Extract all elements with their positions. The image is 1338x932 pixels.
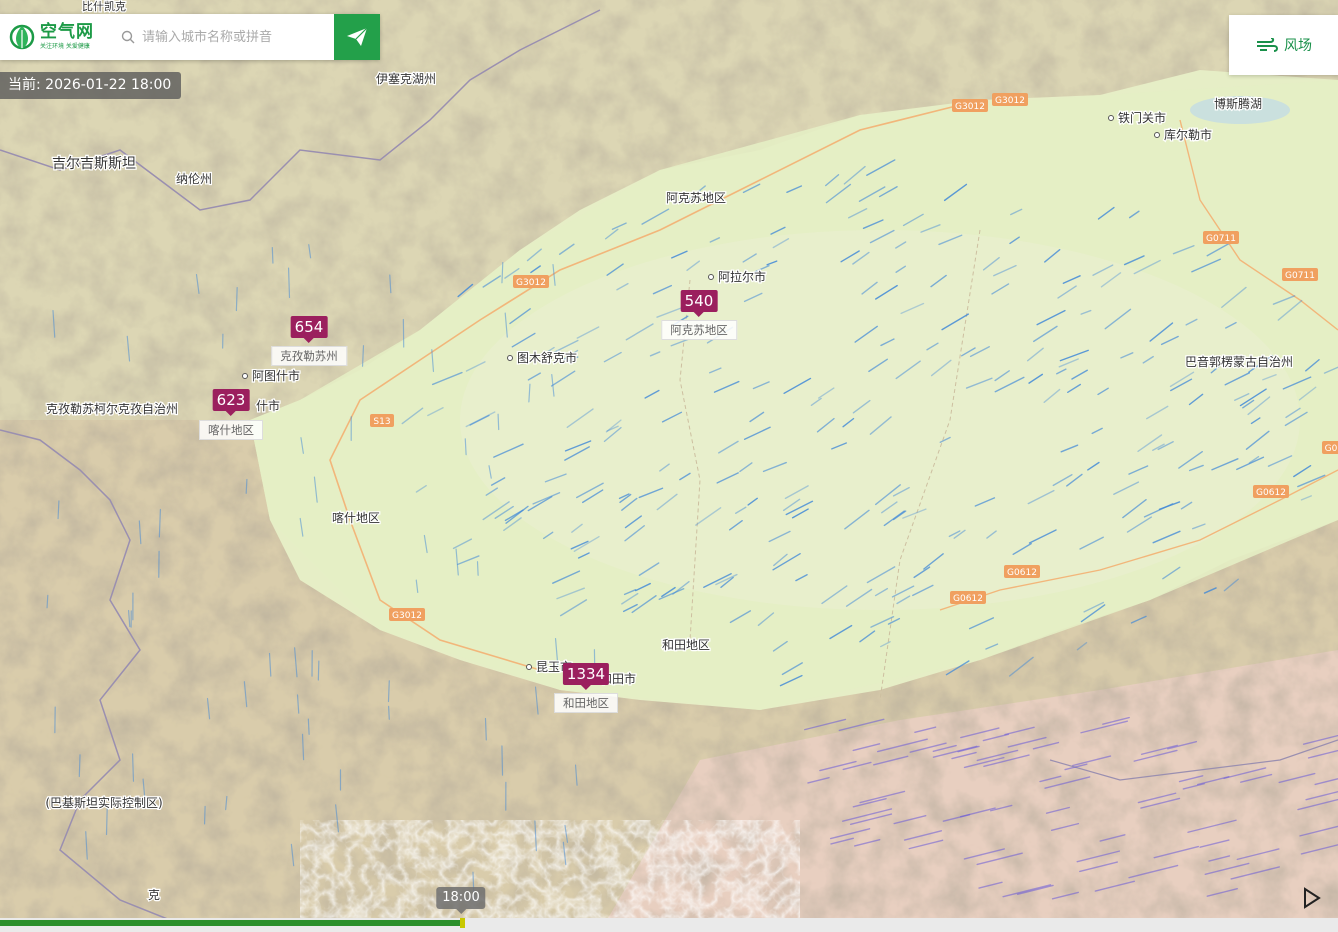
timeline-handle[interactable] — [460, 918, 465, 928]
wind-particle — [271, 246, 274, 264]
city-search-input[interactable] — [138, 17, 326, 57]
place-dot — [242, 373, 248, 379]
place-label: 阿克苏地区 — [666, 191, 726, 205]
timeline-bar[interactable] — [0, 918, 1338, 932]
road-shield-label: G0711 — [1285, 271, 1315, 281]
wind-particle — [501, 745, 504, 776]
search-icon — [118, 30, 138, 44]
road-shield-label: G3012 — [995, 96, 1025, 106]
place-label: 阿拉尔市 — [718, 269, 766, 284]
wind-particle — [245, 478, 248, 494]
place-label: 库尔勒市 — [1164, 127, 1212, 142]
aqi-marker-aksu[interactable]: 540 — [680, 290, 718, 317]
place-label: 喀什地区 — [332, 511, 380, 525]
aqi-marker-kashgar[interactable]: 623 — [212, 389, 250, 416]
place-label: 和田地区 — [662, 638, 710, 652]
place-label: 图木舒克市 — [517, 350, 577, 365]
road-shield-label: G0612 — [953, 594, 983, 604]
place-label: (巴基斯坦实际控制区) — [45, 795, 162, 810]
place-dot — [708, 274, 714, 280]
aqi-marker-kizilsu[interactable]: 654 — [290, 316, 328, 343]
place-label: 比什凯克 — [82, 0, 126, 13]
road-shield-label: S13 — [373, 417, 390, 427]
place-label: 什市 — [256, 398, 280, 413]
wind-icon — [1257, 38, 1278, 52]
wind-particle — [46, 594, 49, 609]
wind-particle — [57, 500, 60, 520]
search-submit-button[interactable] — [334, 14, 380, 60]
wind-particle — [484, 717, 487, 741]
wind-layer-toggle[interactable]: 风场 — [1229, 15, 1338, 75]
aqi-region-label-aksu: 阿克苏地区 — [661, 320, 737, 340]
wind-particle — [78, 754, 81, 778]
play-button[interactable] — [1300, 886, 1324, 910]
aqi-marker-hotan[interactable]: 1334 — [562, 663, 610, 690]
road-shield-label: G3012 — [955, 102, 985, 112]
place-dot — [1108, 115, 1114, 121]
timeline-tooltip: 18:00 — [436, 887, 486, 914]
wind-particle — [307, 718, 310, 735]
place-label: 纳伦州 — [176, 171, 212, 186]
wind-layer-label: 风场 — [1284, 38, 1312, 54]
logo-title: 空气网 — [40, 21, 94, 42]
search-bar: 空气网 关注环境 关爱健康 — [0, 14, 380, 60]
place-label: 伊塞克湖州 — [376, 71, 436, 86]
terrain-map[interactable]: G3012 G3012 G3012 G3012 S13 G0711 G0711 G0612 G0… — [0, 0, 1338, 932]
wind-particle — [105, 806, 108, 836]
road-shield-label: G3012 — [392, 611, 422, 621]
place-dot — [1154, 132, 1160, 138]
place-label: 博斯腾湖 — [1214, 96, 1262, 111]
aqi-region-label-kizilsu: 克孜勒苏州 — [271, 346, 347, 366]
play-icon — [1304, 887, 1321, 909]
place-label: 阿图什市 — [252, 368, 300, 383]
road-shield-label: G0 — [1325, 444, 1338, 454]
leaf-logo-icon — [9, 24, 35, 50]
wind-particle — [464, 438, 467, 456]
site-logo[interactable]: 空气网 关注环境 关爱健康 — [0, 14, 118, 60]
wind-particle — [388, 705, 390, 720]
wind-particle — [203, 805, 206, 825]
place-label: 吉尔吉斯斯坦 — [52, 156, 136, 172]
road-shield-label: G3012 — [516, 278, 546, 288]
place-label: 克孜勒苏柯尔克孜自治州 — [46, 401, 178, 416]
place-label: 克 — [148, 888, 160, 902]
place-dot — [526, 664, 532, 670]
current-time-badge: 当前: 2026-01-22 18:00 — [0, 72, 182, 99]
paper-plane-icon — [347, 27, 368, 46]
place-dot — [507, 355, 513, 361]
place-label: 铁门关市 — [1118, 110, 1166, 125]
wind-particle — [497, 413, 500, 431]
place-label: 巴音郭楞蒙古自治州 — [1185, 354, 1293, 369]
aqi-region-label-kashgar: 喀什地区 — [199, 420, 263, 440]
wind-particle — [501, 261, 504, 284]
timeline-progress — [0, 920, 462, 926]
logo-tagline: 关注环境 关爱健康 — [40, 42, 90, 50]
aqi-region-label-hotan: 和田地区 — [554, 693, 618, 713]
road-shield-label: G0612 — [1007, 568, 1037, 578]
wind-particle — [235, 287, 238, 312]
road-shield-label: G0612 — [1256, 488, 1286, 498]
wind-particle — [476, 561, 479, 576]
wind-particle — [387, 680, 390, 703]
road-shield-label: G0711 — [1206, 234, 1236, 244]
